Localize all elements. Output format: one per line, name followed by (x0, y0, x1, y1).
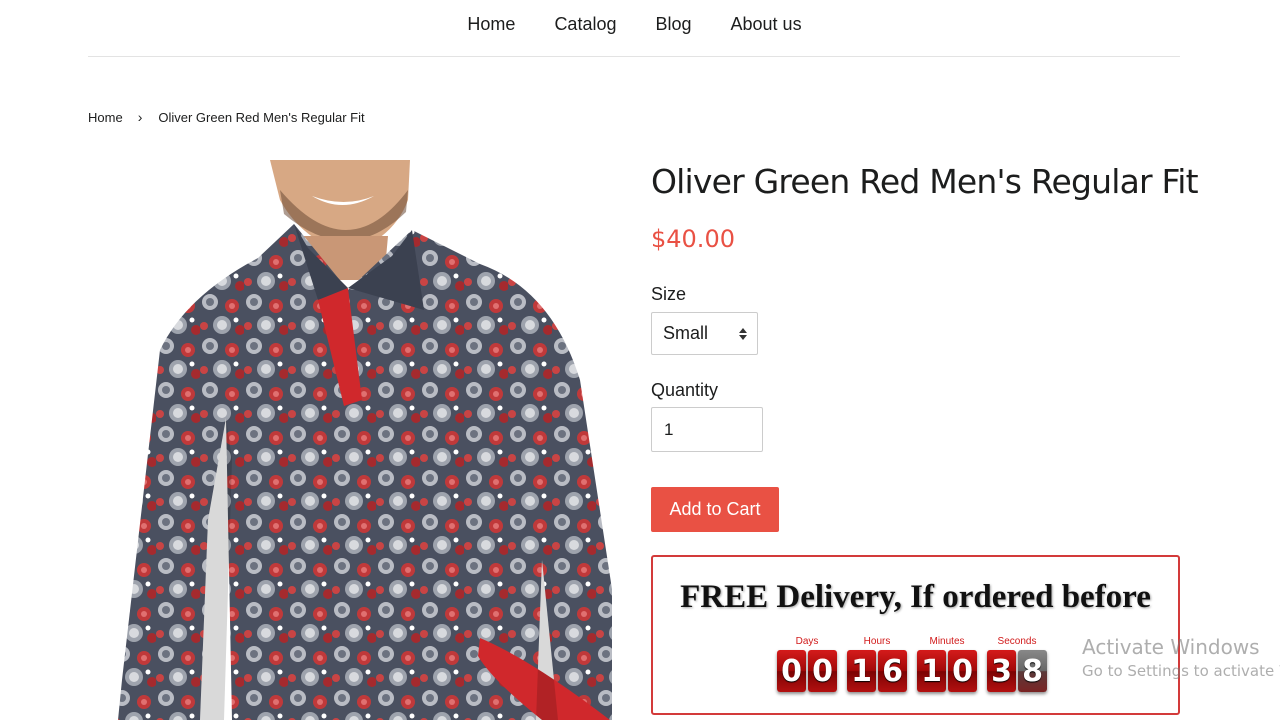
countdown-hours-label: Hours (863, 636, 891, 647)
quantity-input[interactable] (651, 407, 763, 452)
windows-activation-watermark: Activate Windows Go to Settings to activ… (1082, 634, 1280, 682)
select-arrows-icon (739, 327, 747, 340)
size-selected-value: Small (663, 323, 709, 343)
countdown-timer: Days 0 0 Hours 1 6 Minutes 1 0 Seconds 3 (777, 636, 1047, 692)
nav-item-about-us[interactable]: About us (711, 0, 821, 35)
product-image[interactable] (112, 160, 612, 720)
main-navigation: Home Catalog Blog About us (88, 0, 1180, 57)
product-title: Oliver Green Red Men's Regular Fit (651, 162, 1199, 201)
quantity-label: Quantity (651, 380, 719, 400)
countdown-digit: 8 (1018, 650, 1047, 692)
watermark-subtitle: Go to Settings to activate W (1082, 662, 1280, 680)
countdown-digit: 0 (808, 650, 837, 692)
add-to-cart-button[interactable]: Add to Cart (651, 487, 779, 532)
nav-item-catalog[interactable]: Catalog (534, 0, 635, 35)
size-select[interactable]: Small (651, 312, 758, 355)
size-label: Size (651, 284, 687, 304)
countdown-days-label: Days (795, 636, 819, 647)
breadcrumb-separator-icon: › (137, 109, 143, 125)
countdown-digit: 1 (847, 650, 876, 692)
delivery-title: FREE Delivery, If ordered before (680, 579, 1151, 615)
countdown-digit: 3 (987, 650, 1016, 692)
watermark-title: Activate Windows (1082, 635, 1260, 659)
countdown-digit: 1 (917, 650, 946, 692)
product-photo-icon (118, 160, 612, 720)
countdown-digit: 0 (777, 650, 806, 692)
breadcrumb-home-link[interactable]: Home (88, 110, 123, 125)
countdown-minutes-label: Minutes (929, 636, 965, 647)
breadcrumb: Home › Oliver Green Red Men's Regular Fi… (88, 109, 365, 125)
breadcrumb-current: Oliver Green Red Men's Regular Fit (158, 109, 365, 125)
countdown-days: Days 0 0 (777, 636, 837, 692)
nav-list: Home Catalog Blog About us (88, 0, 1180, 35)
product-price: $40.00 (651, 225, 735, 253)
countdown-digit: 0 (948, 650, 977, 692)
countdown-hours: Hours 1 6 (847, 636, 907, 692)
countdown-seconds: Seconds 3 8 (987, 636, 1047, 692)
nav-item-blog[interactable]: Blog (635, 0, 710, 35)
countdown-seconds-label: Seconds (997, 636, 1037, 647)
nav-item-home[interactable]: Home (447, 0, 534, 35)
countdown-digit: 6 (878, 650, 907, 692)
countdown-minutes: Minutes 1 0 (917, 636, 977, 692)
